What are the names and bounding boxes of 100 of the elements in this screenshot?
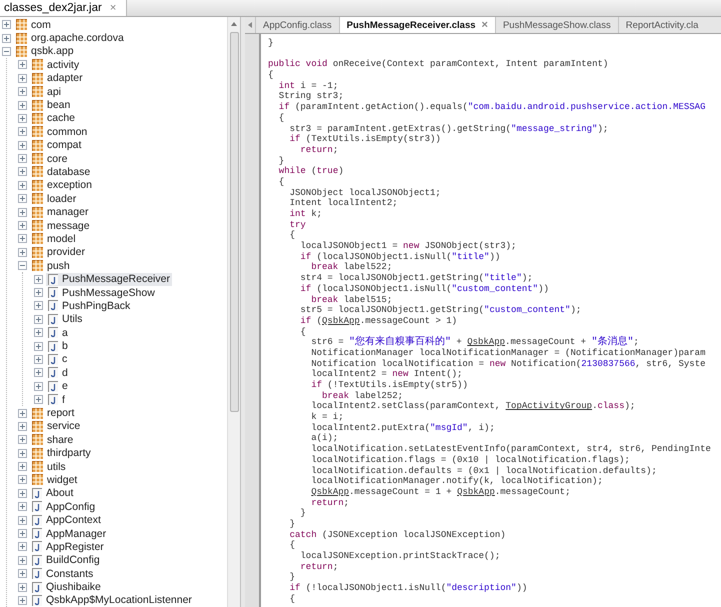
class-file-icon [32, 501, 42, 512]
expand-icon[interactable] [34, 368, 43, 378]
class-file-icon [32, 488, 42, 499]
tree-item[interactable]: activity [30, 58, 82, 72]
expand-icon[interactable] [18, 221, 27, 230]
expand-icon[interactable] [18, 154, 27, 164]
tree-item[interactable]: qsbk.app [14, 44, 76, 58]
tree-item[interactable]: AppConfig [30, 500, 98, 514]
tree-item[interactable]: d [46, 366, 70, 380]
tree-item[interactable]: QsbkApp$MyLocationListenner [30, 594, 194, 607]
tree-item[interactable]: thirdparty [30, 446, 93, 460]
scrollbar[interactable] [227, 17, 240, 607]
tree-item[interactable]: c [46, 352, 70, 366]
close-button[interactable]: × [110, 2, 116, 14]
code-line: String str3; [278, 91, 344, 102]
expand-icon[interactable] [18, 488, 27, 498]
tree-item[interactable]: Constants [30, 567, 96, 580]
expand-icon[interactable] [18, 74, 27, 83]
expand-icon[interactable] [18, 180, 27, 190]
expand-icon[interactable] [18, 448, 27, 458]
tree-item[interactable]: Utils [46, 312, 84, 326]
expand-icon[interactable] [18, 194, 27, 204]
tree-item[interactable]: a [46, 326, 70, 340]
tree-item[interactable]: PushMessageShow [46, 286, 157, 299]
expand-icon[interactable] [18, 127, 27, 136]
expand-icon[interactable] [18, 60, 27, 70]
expand-icon[interactable] [18, 100, 27, 110]
expand-icon[interactable] [18, 234, 27, 244]
tree-item[interactable]: api [30, 85, 64, 98]
expand-icon[interactable] [18, 529, 27, 538]
tree-item[interactable]: cache [30, 112, 78, 125]
collapse-icon[interactable] [2, 46, 11, 56]
tree-item[interactable]: compat [30, 138, 84, 152]
tree-item[interactable]: bean [30, 98, 72, 112]
expand-icon[interactable] [18, 422, 27, 431]
expand-icon[interactable] [2, 20, 11, 30]
expand-icon[interactable] [34, 342, 43, 351]
tree-item[interactable]: common [30, 125, 90, 138]
tree-item[interactable]: push [30, 259, 72, 272]
file-tab[interactable]: classes_dex2jar.jar × [0, 0, 128, 16]
tree-item[interactable]: BuildConfig [30, 554, 102, 567]
tree-item[interactable]: service [30, 420, 82, 433]
expand-icon[interactable] [34, 382, 43, 391]
expand-icon[interactable] [18, 114, 27, 123]
expand-icon[interactable] [18, 408, 27, 418]
editor-tab[interactable]: PushMessageReceiver.class × [338, 17, 495, 33]
tree-item[interactable]: b [46, 340, 70, 353]
code-line: int i = -1; [278, 80, 338, 92]
tree-item[interactable]: AppRegister [30, 540, 106, 554]
tree-item[interactable]: message [30, 219, 92, 232]
expand-icon[interactable] [18, 542, 27, 552]
expand-icon[interactable] [18, 140, 27, 150]
expand-icon[interactable] [18, 208, 27, 217]
tree-item[interactable]: PushMessageReceiver [46, 272, 172, 286]
expand-icon[interactable] [18, 87, 27, 96]
tree-item[interactable]: manager [30, 206, 90, 219]
expand-icon[interactable] [34, 328, 43, 338]
expand-icon[interactable] [18, 516, 27, 525]
expand-icon[interactable] [34, 288, 43, 297]
tree-item[interactable]: core [30, 152, 70, 166]
collapse-icon[interactable] [18, 261, 27, 270]
expand-icon[interactable] [18, 462, 27, 472]
expand-icon[interactable] [18, 582, 27, 592]
tree-item[interactable]: loader [30, 192, 78, 206]
tree-item[interactable]: Qiushibaike [30, 580, 103, 594]
tree-item[interactable]: PushPingBack [46, 299, 132, 312]
expand-icon[interactable] [34, 274, 43, 284]
tree-item[interactable]: provider [30, 246, 87, 259]
tree-item[interactable]: adapter [30, 72, 85, 85]
expand-icon[interactable] [34, 354, 43, 364]
expand-icon[interactable] [34, 395, 43, 404]
expand-icon[interactable] [18, 569, 27, 578]
tree-item[interactable]: f [46, 393, 67, 406]
tree-item[interactable]: AppManager [30, 527, 108, 540]
expand-icon[interactable] [34, 301, 43, 310]
editor-tab[interactable]: PushMessageShow.class [494, 17, 618, 33]
tree-item[interactable]: AppContext [30, 514, 103, 527]
expand-icon[interactable] [18, 167, 27, 176]
tree-item[interactable]: exception [30, 178, 94, 192]
expand-icon[interactable] [18, 435, 27, 444]
code-line: localNotification.setLatestEventInfo(paramContext, str4, str6, PendingInte [310, 444, 711, 455]
tree-item[interactable]: com [14, 18, 53, 32]
expand-icon[interactable] [34, 314, 43, 324]
close-button[interactable]: × [482, 19, 488, 31]
tree-item[interactable]: model [30, 232, 78, 246]
expand-icon[interactable] [18, 502, 27, 512]
tree-item[interactable]: About [30, 486, 76, 500]
tree-item[interactable]: widget [30, 473, 80, 486]
expand-icon[interactable] [18, 475, 27, 484]
tree-item[interactable]: report [30, 406, 76, 420]
tree-item[interactable]: database [30, 165, 92, 178]
tree-item[interactable]: e [46, 380, 70, 393]
tree-item[interactable]: share [30, 433, 76, 446]
expand-icon[interactable] [2, 34, 11, 43]
expand-icon[interactable] [18, 248, 27, 257]
expand-icon[interactable] [18, 596, 27, 605]
tree-item[interactable]: utils [30, 460, 68, 474]
editor-tab[interactable]: ReportActivity.cla [618, 17, 706, 33]
tree-item[interactable]: org.apache.cordova [14, 32, 126, 45]
expand-icon[interactable] [18, 556, 27, 565]
